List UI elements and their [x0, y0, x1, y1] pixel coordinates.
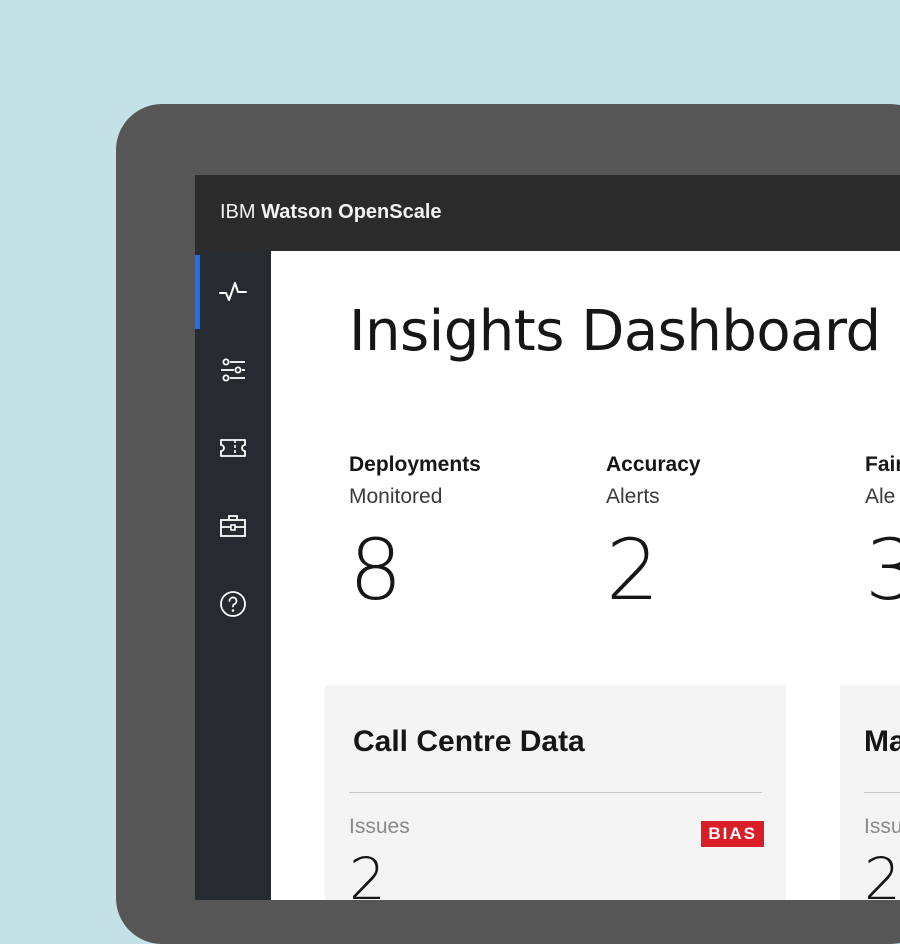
nav-item-configure[interactable] — [195, 331, 271, 409]
card-title: Call Centre Data — [353, 725, 585, 758]
nav-item-insights[interactable] — [195, 253, 271, 331]
app-screen: IBM Watson OpenScale Insights Dashboard … — [195, 175, 900, 900]
page-title: Insights Dashboard — [349, 299, 881, 364]
settings-sliders-icon — [221, 358, 245, 382]
bias-badge: BIAS — [701, 821, 764, 847]
nav-item-help[interactable] — [195, 565, 271, 643]
issues-label: Issu — [864, 815, 900, 838]
stat-value: 2 — [606, 521, 660, 619]
stat-deployments[interactable]: Deployments Monitored 8 — [349, 449, 481, 615]
stat-fairness[interactable]: Fair Ale 3 — [865, 449, 900, 615]
stat-accuracy[interactable]: Accuracy Alerts 2 — [606, 449, 701, 615]
deployment-card-second[interactable]: Ma Issu 2 — [840, 685, 900, 900]
header-bar: IBM Watson OpenScale — [195, 175, 900, 251]
stat-value: 8 — [349, 521, 403, 619]
issues-label: Issues — [349, 815, 410, 838]
app-brand[interactable]: IBM Watson OpenScale — [220, 201, 442, 224]
activity-icon — [219, 282, 247, 301]
brand-prefix: IBM — [220, 201, 256, 223]
stat-label: Deployments — [349, 453, 481, 476]
nav-item-tickets[interactable] — [195, 409, 271, 487]
help-icon — [220, 591, 246, 617]
brand-name: Watson OpenScale — [261, 201, 442, 223]
card-divider — [349, 792, 762, 793]
deployment-card-call-centre[interactable]: Call Centre Data Issues BIAS 2 — [325, 685, 786, 900]
stat-value: 3 — [865, 521, 900, 619]
card-divider — [864, 792, 900, 793]
ticket-icon — [220, 439, 246, 457]
main-content: Insights Dashboard Deployments Monitored… — [271, 251, 900, 900]
stat-label: Fair — [865, 453, 900, 476]
stat-sublabel: Alerts — [606, 485, 660, 508]
stat-label: Accuracy — [606, 453, 701, 476]
issues-value: 2 — [864, 845, 900, 900]
toolbox-icon — [220, 515, 246, 537]
stat-sublabel: Ale — [865, 485, 896, 508]
card-title: Ma — [864, 725, 900, 758]
side-navigation — [195, 251, 271, 900]
nav-item-toolbox[interactable] — [195, 487, 271, 565]
stat-sublabel: Monitored — [349, 485, 443, 508]
issues-value: 2 — [349, 845, 386, 900]
